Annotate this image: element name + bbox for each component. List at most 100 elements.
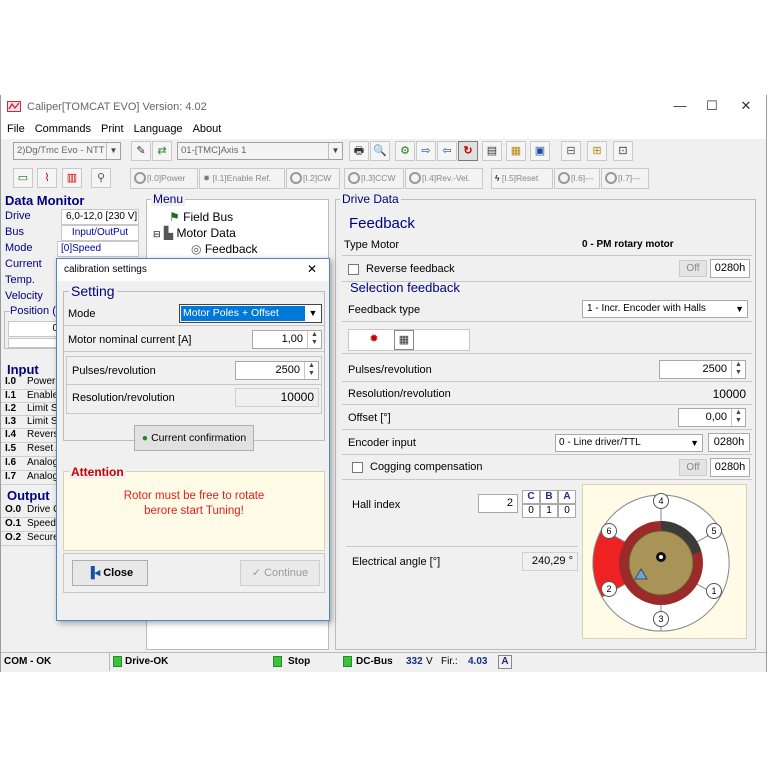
tree-item-motor-data[interactable]: ⊟ ▙ Motor Data xyxy=(153,226,236,240)
cogging-checkbox[interactable] xyxy=(352,462,363,473)
encoder-input-value: 0 - Line driver/TTL xyxy=(559,437,641,448)
function-button-i0[interactable]: [I.0]Power xyxy=(130,168,198,189)
input-label: Revers xyxy=(27,429,59,440)
continue-button[interactable]: ✓ Continue xyxy=(240,560,320,586)
pencil-icon[interactable]: ✎ xyxy=(131,141,151,161)
menu-print[interactable]: Print xyxy=(95,119,128,135)
function-button-i1[interactable]: ✸ [I.1]Enable Ref. xyxy=(199,168,285,189)
drive-data-panel: Drive Data Feedback Type Motor 0 - PM ro… xyxy=(335,192,756,650)
dc-bus-led-icon xyxy=(343,656,352,667)
spinner-icon[interactable]: ▲ ▼ xyxy=(304,362,318,379)
save-icon[interactable]: ▤ xyxy=(482,141,502,161)
resolution-label: Resolution/revolution xyxy=(348,388,451,400)
current-confirmation-button[interactable]: ● Current confirmation xyxy=(134,425,254,451)
dialog-title-bar[interactable]: calibration settings ✕ xyxy=(57,259,329,281)
print-preview-icon[interactable]: 🔍 xyxy=(370,141,390,161)
rotor-shaft-center xyxy=(659,555,663,559)
tree-item-label: Feedback xyxy=(204,242,258,256)
output-id: O.1 xyxy=(5,518,22,529)
stop-led-icon xyxy=(273,656,282,667)
pulses-input[interactable]: 2500 ▲ ▼ xyxy=(659,360,746,379)
chevron-down-icon: ▼ xyxy=(690,438,699,448)
chart-icon[interactable]: ▥ xyxy=(62,168,82,188)
rotor xyxy=(628,530,694,596)
function-button-i6[interactable]: [I.6]--- xyxy=(554,168,600,189)
dc-bus-unit: V xyxy=(426,656,433,667)
setting-group: Setting Mode Motor Poles + Offset ▼ Moto… xyxy=(63,283,325,451)
spinner-icon[interactable]: ▲ ▼ xyxy=(307,331,321,348)
exit-door-icon: ▐◂ xyxy=(86,567,101,579)
encoder-input-select[interactable]: 0 - Line driver/TTL ▼ xyxy=(555,434,703,452)
function-button-i3[interactable]: [I.3]CCW xyxy=(344,168,404,189)
resolution-value: 10000 xyxy=(712,387,746,401)
open-folder-icon[interactable]: ▦ xyxy=(506,141,526,161)
close-button[interactable]: ▐◂ Close xyxy=(72,560,148,586)
save-disk-icon[interactable]: ▣ xyxy=(530,141,550,161)
tree-item-feedback[interactable]: ◎ Feedback xyxy=(191,242,258,256)
device-select[interactable]: 2)Dg/Tmc Evo - NTT ▼ xyxy=(13,142,121,160)
input-label: Power xyxy=(27,376,56,387)
offset-row: Offset [°] 0,00 ▲ ▼ xyxy=(342,406,752,430)
dialog-close-icon[interactable]: ✕ xyxy=(307,262,317,276)
hall-header-a: A xyxy=(558,490,576,504)
sector-label-3: 3 xyxy=(653,611,669,627)
minimize-button[interactable]: — xyxy=(664,95,696,119)
title-bar[interactable]: Caliper[TOMCAT EVO] Version: 4.02 — ☐ ✕ xyxy=(1,95,766,119)
menu-commands[interactable]: Commands xyxy=(29,119,95,135)
spinner-icon[interactable]: ▲ ▼ xyxy=(731,409,745,426)
scope-icon[interactable]: ⌇ xyxy=(37,168,57,188)
drive-read-icon[interactable]: ⊟ xyxy=(561,141,581,161)
encoder-wheel-icon[interactable]: ✹ xyxy=(364,330,384,350)
offset-input[interactable]: 0,00 ▲ ▼ xyxy=(678,408,746,427)
monitor-icon[interactable]: ▭ xyxy=(13,168,33,188)
function-button-i5[interactable]: ϟ [I.5]Reset xyxy=(491,168,553,189)
function-button-i4[interactable]: [I.4]Rev.-Vel. xyxy=(405,168,483,189)
feedback-icon: ◎ xyxy=(191,242,202,256)
status-dot-icon xyxy=(409,172,421,184)
nominal-current-input[interactable]: 1,00 ▲ ▼ xyxy=(252,330,322,349)
encoder-scope-icon[interactable]: ▦ xyxy=(394,330,414,350)
maximize-button[interactable]: ☐ xyxy=(696,95,728,119)
chevron-down-icon: ▼ xyxy=(328,143,342,159)
chevron-down-icon: ▼ xyxy=(106,143,120,159)
menu-about[interactable]: About xyxy=(187,119,226,135)
feedback-type-value: 1 - Incr. Encoder with Halls xyxy=(587,303,706,314)
tuning-icon[interactable]: ⚲ xyxy=(91,168,111,188)
selection-feedback-title: Selection feedback xyxy=(350,280,460,295)
mode-select[interactable]: Motor Poles + Offset ▼ xyxy=(179,304,322,323)
function-button-i7[interactable]: [I.7]--- xyxy=(601,168,649,189)
drive-ok-led-icon xyxy=(113,656,122,667)
upload-icon[interactable]: ⇨ xyxy=(416,141,436,161)
bus-value: Input/OutPut xyxy=(61,225,139,241)
reset-drive-icon[interactable]: ↻ xyxy=(458,141,478,161)
cogging-state[interactable]: Off xyxy=(679,459,707,476)
motor-wizard-icon[interactable]: ⚙ xyxy=(395,141,415,161)
axis-transfer-icon[interactable]: ⇄ xyxy=(152,141,172,161)
drive-data-title: Drive Data xyxy=(340,192,401,206)
menu-language[interactable]: Language xyxy=(128,119,187,135)
input-id: I.4 xyxy=(5,429,17,440)
attention-group: Attention Rotor must be free to rotate b… xyxy=(63,465,325,551)
nominal-current-row: Motor nominal current [A] 1,00 ▲ ▼ xyxy=(64,328,324,352)
drive-store-icon[interactable]: ⊡ xyxy=(613,141,633,161)
reverse-feedback-checkbox[interactable] xyxy=(348,264,359,275)
axis-select[interactable]: 01-[TMC]Axis 1 ▼ xyxy=(177,142,343,160)
menu-file[interactable]: File xyxy=(1,119,29,135)
tree-item-label: Motor Data xyxy=(176,226,236,240)
tree-item-field-bus[interactable]: ⚑ Field Bus xyxy=(169,210,233,224)
print-icon[interactable]: 🖶 xyxy=(349,141,369,161)
menu-bar: File Commands Print Language About xyxy=(1,119,766,139)
dialog-pulses-input[interactable]: 2500 ▲ ▼ xyxy=(235,361,319,380)
download-icon[interactable]: ⇦ xyxy=(437,141,457,161)
function-button-i2[interactable]: [I.2]CW xyxy=(286,168,340,189)
attention-text-line1: Rotor must be free to rotate xyxy=(123,490,265,502)
feedback-type-select[interactable]: 1 - Incr. Encoder with Halls ▼ xyxy=(582,300,748,318)
close-button-label: Close xyxy=(103,567,134,579)
drive-load-icon[interactable]: ⊞ xyxy=(587,141,607,161)
dc-bus-label: DC-Bus xyxy=(356,656,393,667)
cogging-hex: 0280h xyxy=(710,458,750,477)
close-window-button[interactable]: ✕ xyxy=(730,95,762,119)
reverse-feedback-state[interactable]: Off xyxy=(679,260,707,277)
spinner-icon[interactable]: ▲ ▼ xyxy=(731,361,745,378)
feedback-type-label: Feedback type xyxy=(348,304,421,316)
